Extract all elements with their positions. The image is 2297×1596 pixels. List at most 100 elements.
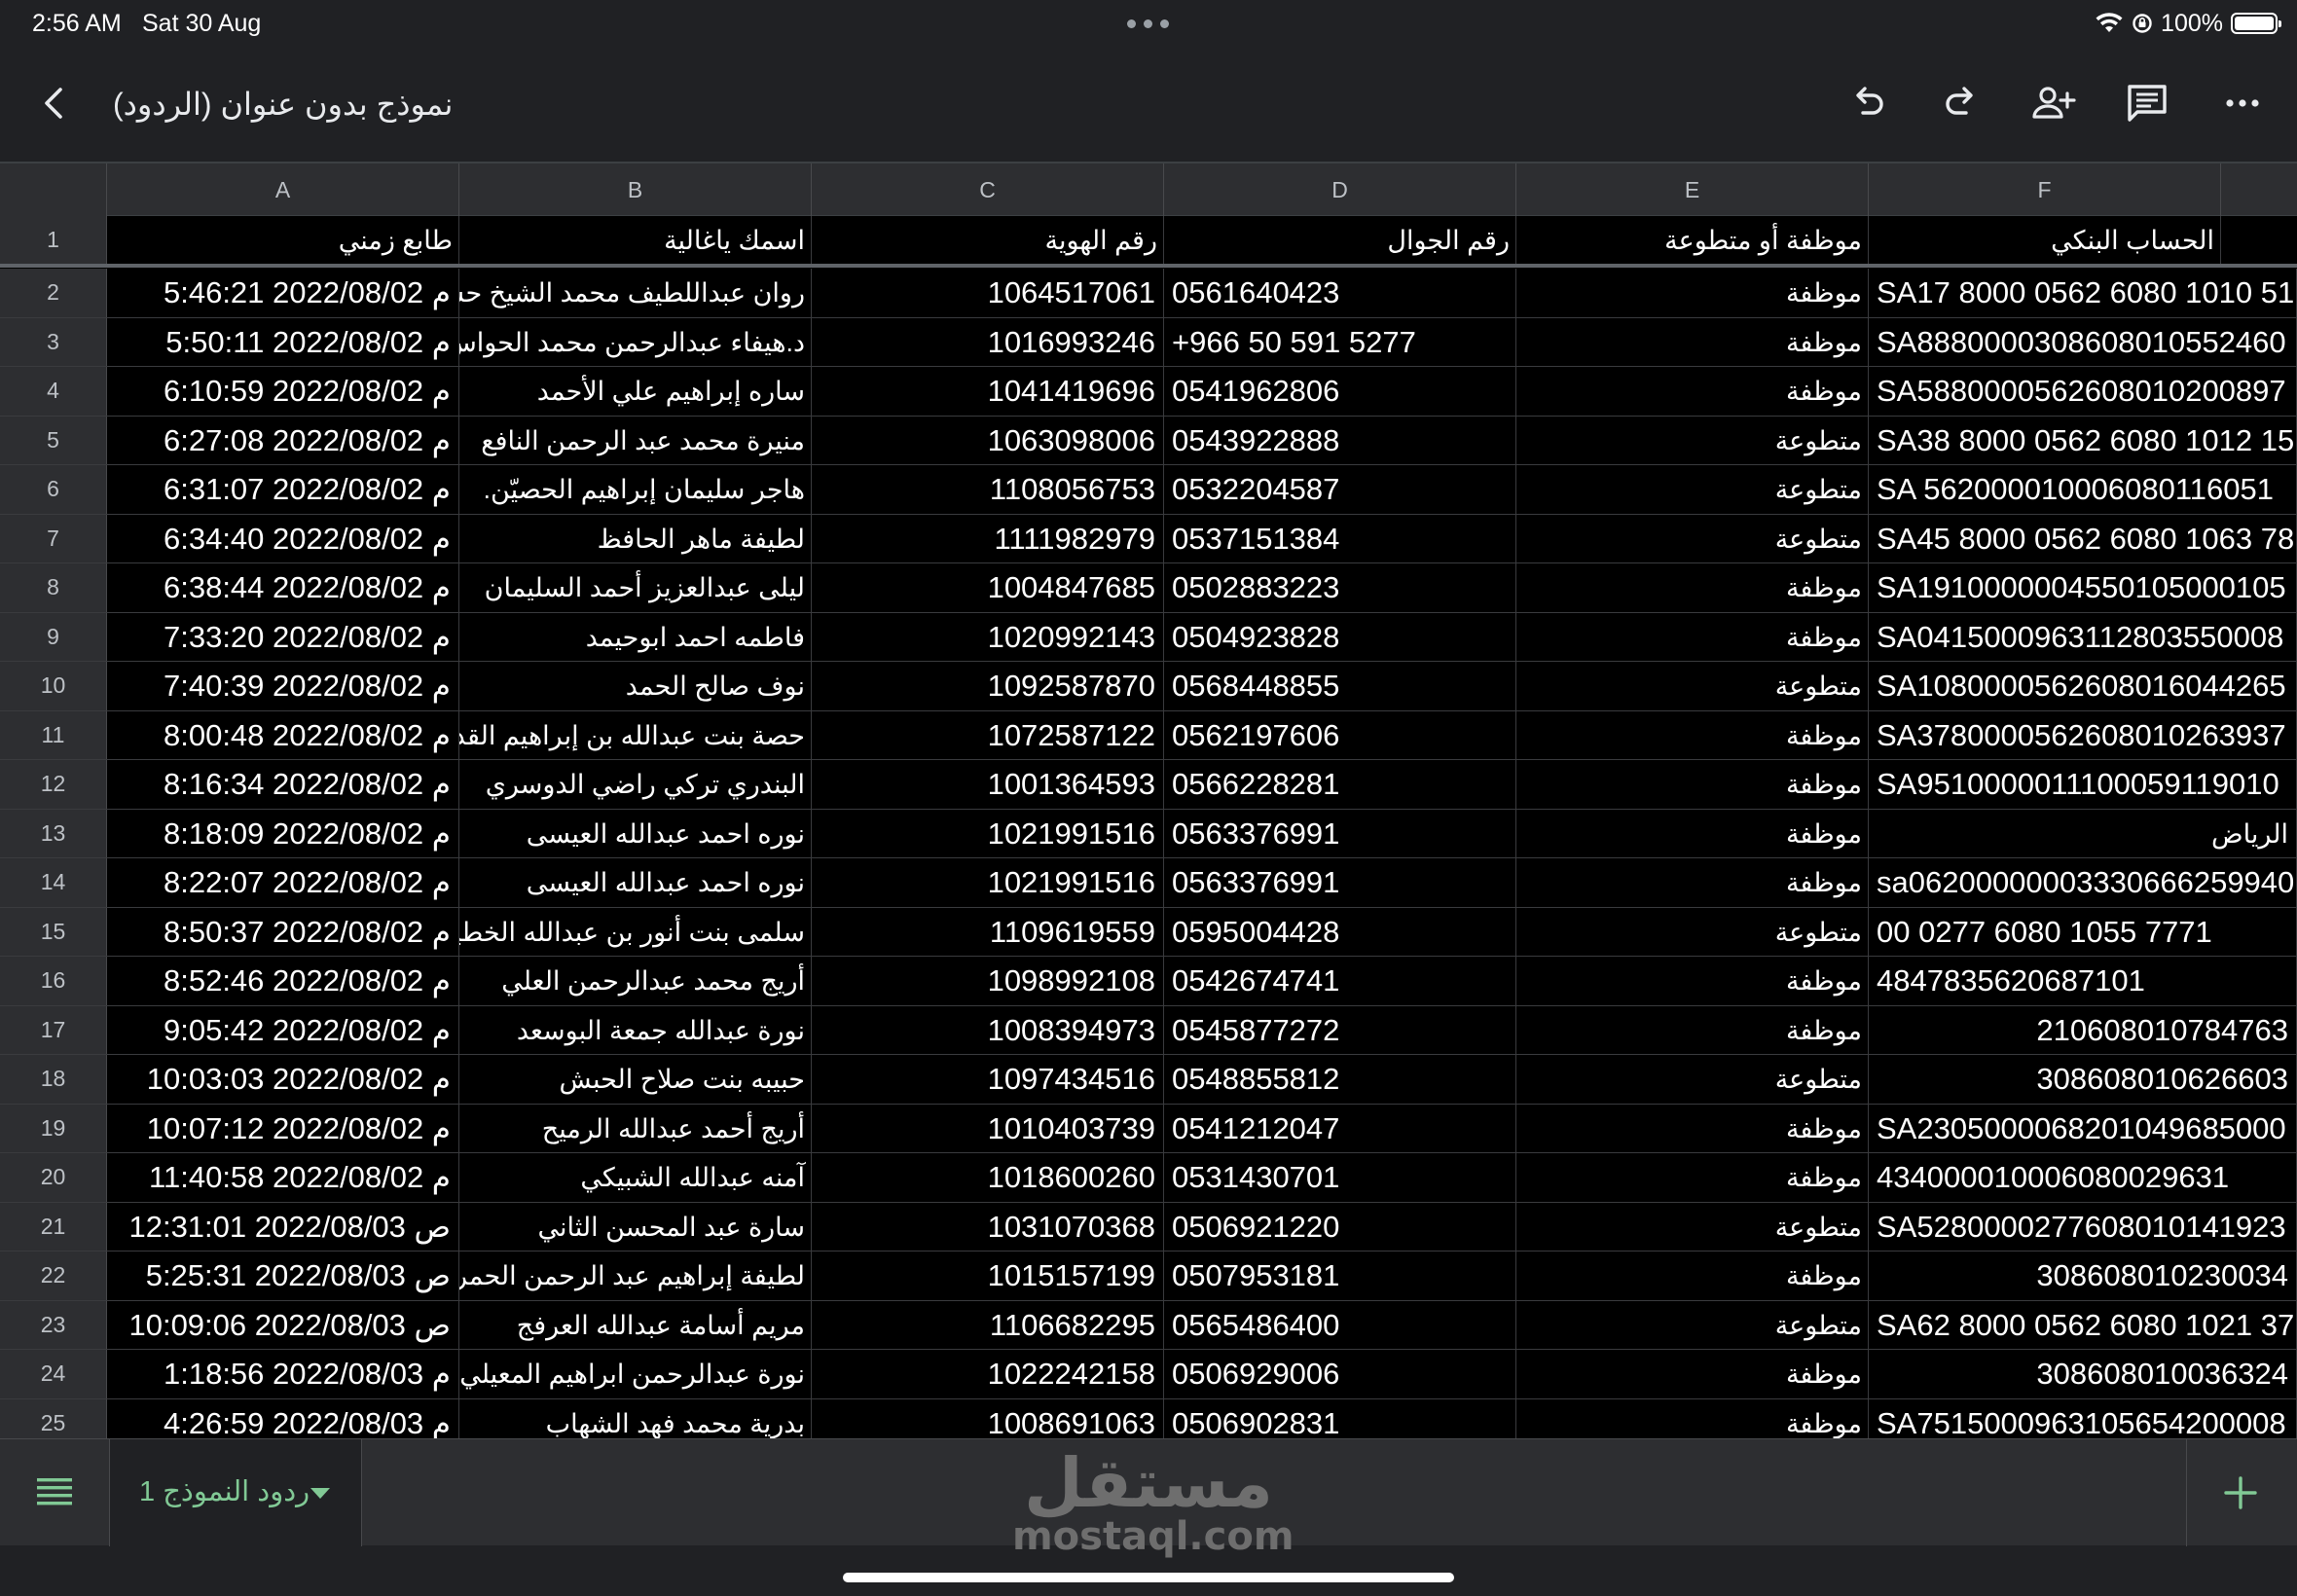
column-header-c[interactable]: C xyxy=(812,163,1164,217)
column-header-a[interactable]: A xyxy=(107,163,459,217)
column-header-g[interactable] xyxy=(2221,163,2297,217)
multitasking-dots-icon[interactable] xyxy=(1127,19,1170,29)
cell-id-number[interactable]: 1004847685 xyxy=(812,563,1164,612)
row-number[interactable]: 18 xyxy=(0,1055,107,1104)
cell-id-number[interactable]: 1021991516 xyxy=(812,858,1164,907)
cell-name[interactable]: سلمى بنت أنور بن عبدالله الخطيب xyxy=(459,907,812,956)
header-cell-bank[interactable]: الحساب البنكي xyxy=(1869,216,2221,264)
cell-name[interactable]: هاجر سليمان إبراهيم الحصيّن. xyxy=(459,465,812,514)
cell-employment-type[interactable]: متطوعة xyxy=(1516,662,1869,710)
cell-bank-account[interactable]: SA8880000308608010552460 xyxy=(1869,317,2297,366)
cell-id-number[interactable]: 1015157199 xyxy=(812,1251,1164,1300)
cell-employment-type[interactable]: موظفة xyxy=(1516,710,1869,759)
row-number[interactable]: 13 xyxy=(0,809,107,857)
cell-timestamp[interactable]: 4:26:59 2022/08/03 م xyxy=(107,1398,459,1438)
cell-bank-account[interactable]: SA5280000277608010141923 xyxy=(1869,1202,2297,1251)
cell-phone[interactable]: 0506929006 xyxy=(1164,1350,1516,1398)
cell-phone[interactable]: 0543922888 xyxy=(1164,416,1516,464)
cell-id-number[interactable]: 1098992108 xyxy=(812,957,1164,1005)
cell-name[interactable]: أريج أحمد عبدالله الرميح xyxy=(459,1104,812,1152)
row-number[interactable]: 22 xyxy=(0,1251,107,1300)
cell-employment-type[interactable]: موظفة xyxy=(1516,1005,1869,1054)
cell-id-number[interactable]: 1064517061 xyxy=(812,269,1164,317)
cell-name[interactable]: فاطمه احمد ابوحيمد xyxy=(459,612,812,661)
cell-bank-account[interactable]: 434000010006080029631 xyxy=(1869,1153,2297,1202)
cell-timestamp[interactable]: 10:07:12 2022/08/02 م xyxy=(107,1104,459,1152)
cell-phone[interactable]: 0537151384 xyxy=(1164,514,1516,562)
row-number[interactable]: 20 xyxy=(0,1153,107,1202)
cell-employment-type[interactable]: موظفة xyxy=(1516,809,1869,857)
cell-id-number[interactable]: 1018600260 xyxy=(812,1153,1164,1202)
document-title[interactable]: نموذج بدون عنوان (الردود) xyxy=(113,86,453,123)
header-cell-id[interactable]: رقم الهوية xyxy=(812,216,1164,264)
cell-timestamp[interactable]: 11:40:58 2022/08/02 م xyxy=(107,1153,459,1202)
cell-phone[interactable]: 0562197606 xyxy=(1164,710,1516,759)
cell-employment-type[interactable]: موظفة xyxy=(1516,1251,1869,1300)
cell-employment-type[interactable]: موظفة xyxy=(1516,1398,1869,1438)
row-number[interactable]: 11 xyxy=(0,710,107,759)
cell-timestamp[interactable]: 5:25:31 2022/08/03 ص xyxy=(107,1251,459,1300)
cell-bank-account[interactable]: 308608010626603 xyxy=(1869,1055,2297,1104)
cell-phone[interactable]: 0563376991 xyxy=(1164,809,1516,857)
cell-bank-account[interactable]: SA 5620000100060801​16051 xyxy=(1869,465,2297,514)
cell-employment-type[interactable]: متطوعة xyxy=(1516,1055,1869,1104)
header-cell-timestamp[interactable]: طابع زمني xyxy=(107,216,459,264)
comment-icon[interactable] xyxy=(2122,78,2172,128)
cell-timestamp[interactable]: 5:50:11 2022/08/02 م xyxy=(107,317,459,366)
cell-employment-type[interactable]: موظفة xyxy=(1516,858,1869,907)
cell-phone[interactable]: 0506921220 xyxy=(1164,1202,1516,1251)
row-number[interactable]: 21 xyxy=(0,1202,107,1251)
row-number[interactable]: 7 xyxy=(0,514,107,562)
cell-bank-account[interactable]: SA38 8000 0562 6080 1012 15 xyxy=(1869,416,2297,464)
cell-timestamp[interactable]: 8:00:48 2022/08/02 م xyxy=(107,710,459,759)
row-number[interactable]: 5 xyxy=(0,416,107,464)
cell-phone[interactable]: 0561640423 xyxy=(1164,269,1516,317)
cell-bank-account[interactable]: 210608010784763 xyxy=(1869,1005,2297,1054)
cell-employment-type[interactable]: موظفة xyxy=(1516,563,1869,612)
spreadsheet-grid[interactable]: A B C D E F 1 طابع زمني اسمك ياغالية رقم… xyxy=(0,162,2297,1438)
back-chevron-icon[interactable] xyxy=(33,82,76,125)
row-number[interactable]: 25 xyxy=(0,1398,107,1438)
row-number[interactable]: 8 xyxy=(0,563,107,612)
cell-name[interactable]: منيرة محمد عبد الرحمن النافع xyxy=(459,416,812,464)
cell-bank-account[interactable]: sa0620000000333066625994​0 xyxy=(1869,858,2297,907)
cell-name[interactable]: ليلى عبدالعزيز أحمد السليمان xyxy=(459,563,812,612)
cell-timestamp[interactable]: 12:31:01 2022/08/03 ص xyxy=(107,1202,459,1251)
cell-bank-account[interactable]: SA1080000562608016044265 xyxy=(1869,662,2297,710)
cell-timestamp[interactable]: 9:05:42 2022/08/02 م xyxy=(107,1005,459,1054)
cell-phone[interactable]: 0506902831 xyxy=(1164,1398,1516,1438)
cell-id-number[interactable]: 1031070368 xyxy=(812,1202,1164,1251)
cell-employment-type[interactable]: متطوعة xyxy=(1516,1300,1869,1349)
row-number[interactable]: 1 xyxy=(0,216,107,264)
cell-phone[interactable]: 0595004428 xyxy=(1164,907,1516,956)
cell-id-number[interactable]: 1016993246 xyxy=(812,317,1164,366)
cell-employment-type[interactable]: موظفة xyxy=(1516,1104,1869,1152)
cell-name[interactable]: أريج محمد عبدالرحمن العلي xyxy=(459,957,812,1005)
cell-id-number[interactable]: 1109619559 xyxy=(812,907,1164,956)
cell-phone[interactable]: 0532204587 xyxy=(1164,465,1516,514)
cell-phone[interactable]: 0566228281 xyxy=(1164,760,1516,809)
cell-id-number[interactable]: 1041419696 xyxy=(812,367,1164,416)
cell-name[interactable]: روان عبداللطيف محمد الشيخ حسين xyxy=(459,269,812,317)
cell-employment-type[interactable]: موظفة xyxy=(1516,1350,1869,1398)
cell-employment-type[interactable]: موظفة xyxy=(1516,367,1869,416)
cell-bank-account[interactable]: SA3780000562608010263937 xyxy=(1869,710,2297,759)
cell-employment-type[interactable]: موظفة xyxy=(1516,1153,1869,1202)
cell-timestamp[interactable]: 8:50:37 2022/08/02 م xyxy=(107,907,459,956)
cell-timestamp[interactable]: 8:52:46 2022/08/02 م xyxy=(107,957,459,1005)
cell-phone[interactable]: 0545877272 xyxy=(1164,1005,1516,1054)
cell-employment-type[interactable]: موظفة xyxy=(1516,612,1869,661)
cell-id-number[interactable]: 1063098006 xyxy=(812,416,1164,464)
cell-id-number[interactable]: 1020992143 xyxy=(812,612,1164,661)
cell-timestamp[interactable]: 10:09:06 2022/08/03 ص xyxy=(107,1300,459,1349)
cell-name[interactable]: نورة عبدالله جمعة البوسعد xyxy=(459,1005,812,1054)
cell-employment-type[interactable]: متطوعة xyxy=(1516,1202,1869,1251)
header-cell-type[interactable]: موظفة أو متطوعة xyxy=(1516,216,1869,264)
row-number[interactable]: 19 xyxy=(0,1104,107,1152)
cell-bank-account[interactable]: SA7515000963105654200008 xyxy=(1869,1398,2297,1438)
cell-id-number[interactable]: 1111982979 xyxy=(812,514,1164,562)
cell-employment-type[interactable]: موظفة xyxy=(1516,317,1869,366)
cell-employment-type[interactable]: موظفة xyxy=(1516,269,1869,317)
row-number[interactable]: 15 xyxy=(0,907,107,956)
cell-bank-account[interactable]: SA62 8000 0562 6080 1021 37 xyxy=(1869,1300,2297,1349)
